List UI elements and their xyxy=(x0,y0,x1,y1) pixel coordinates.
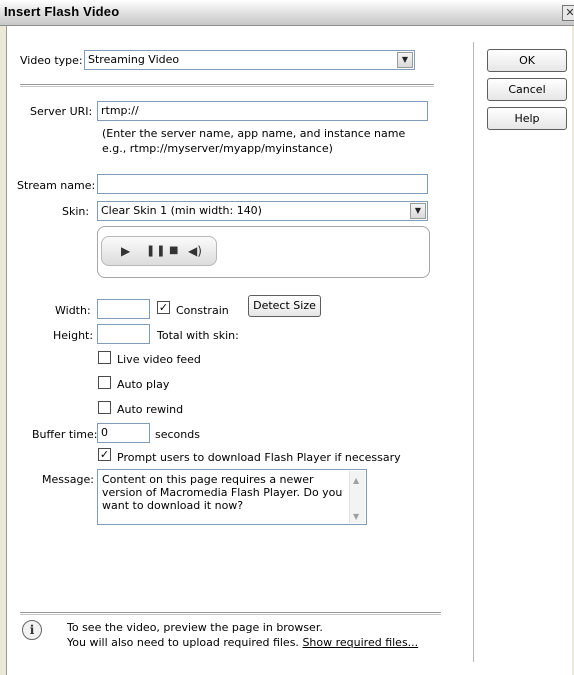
video-type-label: Video type: xyxy=(20,54,83,67)
volume-icon: ◀) xyxy=(188,244,202,258)
footer-line2: You will also need to upload required fi… xyxy=(67,636,418,649)
prompt-download-label: Prompt users to download Flash Player if… xyxy=(117,451,401,464)
cancel-button[interactable]: Cancel xyxy=(487,78,567,101)
live-video-feed-label: Live video feed xyxy=(117,353,201,366)
message-scrollbar[interactable]: ▲ ▼ xyxy=(349,471,365,523)
width-label: Width: xyxy=(55,304,91,317)
footer-line2-prefix: You will also need to upload required fi… xyxy=(67,636,299,649)
section-divider xyxy=(20,84,434,85)
server-uri-input[interactable]: rtmp:// xyxy=(97,101,428,121)
show-required-files-link[interactable]: Show required files... xyxy=(302,636,418,649)
stop-icon: ■ xyxy=(169,245,179,256)
server-uri-label: Server URI: xyxy=(30,105,93,118)
buffer-time-label: Buffer time: xyxy=(32,428,98,441)
skin-select[interactable]: Clear Skin 1 (min width: 140) ▼ xyxy=(97,201,428,221)
constrain-checkbox[interactable]: ✓ xyxy=(157,301,170,314)
auto-play-checkbox[interactable] xyxy=(98,376,111,389)
auto-rewind-checkbox[interactable] xyxy=(98,401,111,414)
prompt-download-checkbox[interactable]: ✓ xyxy=(98,448,111,461)
total-with-skin-label: Total with skin: xyxy=(157,329,239,342)
buffer-time-unit: seconds xyxy=(155,428,200,441)
auto-rewind-label: Auto rewind xyxy=(117,403,184,416)
footer-divider-shadow xyxy=(20,614,441,615)
message-label: Message: xyxy=(42,473,94,486)
video-type-select[interactable]: Streaming Video ▼ xyxy=(84,50,415,70)
checkmark-icon: ✓ xyxy=(99,448,110,461)
help-button[interactable]: Help xyxy=(487,107,567,130)
width-input[interactable] xyxy=(97,299,150,319)
server-uri-help-line1: (Enter the server name, app name, and in… xyxy=(102,127,406,140)
checkmark-icon: ✓ xyxy=(158,301,169,314)
skin-label: Skin: xyxy=(62,205,90,218)
player-controls-preview: ▶ ❚❚ ■ ◀) xyxy=(101,236,217,266)
stream-name-input[interactable] xyxy=(97,174,428,194)
close-icon: ✕ xyxy=(565,6,574,19)
info-icon: i xyxy=(22,620,42,640)
scroll-down-icon[interactable]: ▼ xyxy=(353,510,359,523)
message-text: Content on this page requires a newer ve… xyxy=(102,473,343,512)
footer-divider xyxy=(20,612,441,613)
button-panel-divider xyxy=(473,42,474,662)
footer-line1: To see the video, preview the page in br… xyxy=(67,621,323,634)
dialog-title: Insert Flash Video xyxy=(4,4,120,19)
buffer-time-input[interactable]: 0 xyxy=(97,423,150,443)
section-divider-shadow xyxy=(20,86,434,87)
chevron-down-icon[interactable]: ▼ xyxy=(410,203,426,219)
height-label: Height: xyxy=(53,329,94,342)
auto-play-label: Auto play xyxy=(117,378,170,391)
play-icon: ▶ xyxy=(121,244,131,258)
skin-preview: ▶ ❚❚ ■ ◀) xyxy=(97,226,430,278)
message-textarea[interactable]: Content on this page requires a newer ve… xyxy=(97,469,367,525)
stream-name-label: Stream name: xyxy=(17,179,96,192)
detect-size-button[interactable]: Detect Size xyxy=(248,295,321,317)
close-button[interactable]: ✕ xyxy=(562,5,574,21)
chevron-down-icon[interactable]: ▼ xyxy=(397,52,413,68)
live-video-feed-checkbox[interactable] xyxy=(98,351,111,364)
pause-icon: ❚❚ xyxy=(146,244,167,257)
skin-value: Clear Skin 1 (min width: 140) xyxy=(101,204,262,217)
scroll-up-icon[interactable]: ▲ xyxy=(353,474,359,487)
ok-button[interactable]: OK xyxy=(487,49,567,72)
video-type-value: Streaming Video xyxy=(88,53,180,66)
constrain-label: Constrain xyxy=(176,304,229,317)
height-input[interactable] xyxy=(97,324,150,344)
title-bar: Insert Flash Video ✕ xyxy=(0,0,574,26)
server-uri-help-line2: e.g., rtmp://myserver/myapp/myinstance) xyxy=(102,142,333,155)
